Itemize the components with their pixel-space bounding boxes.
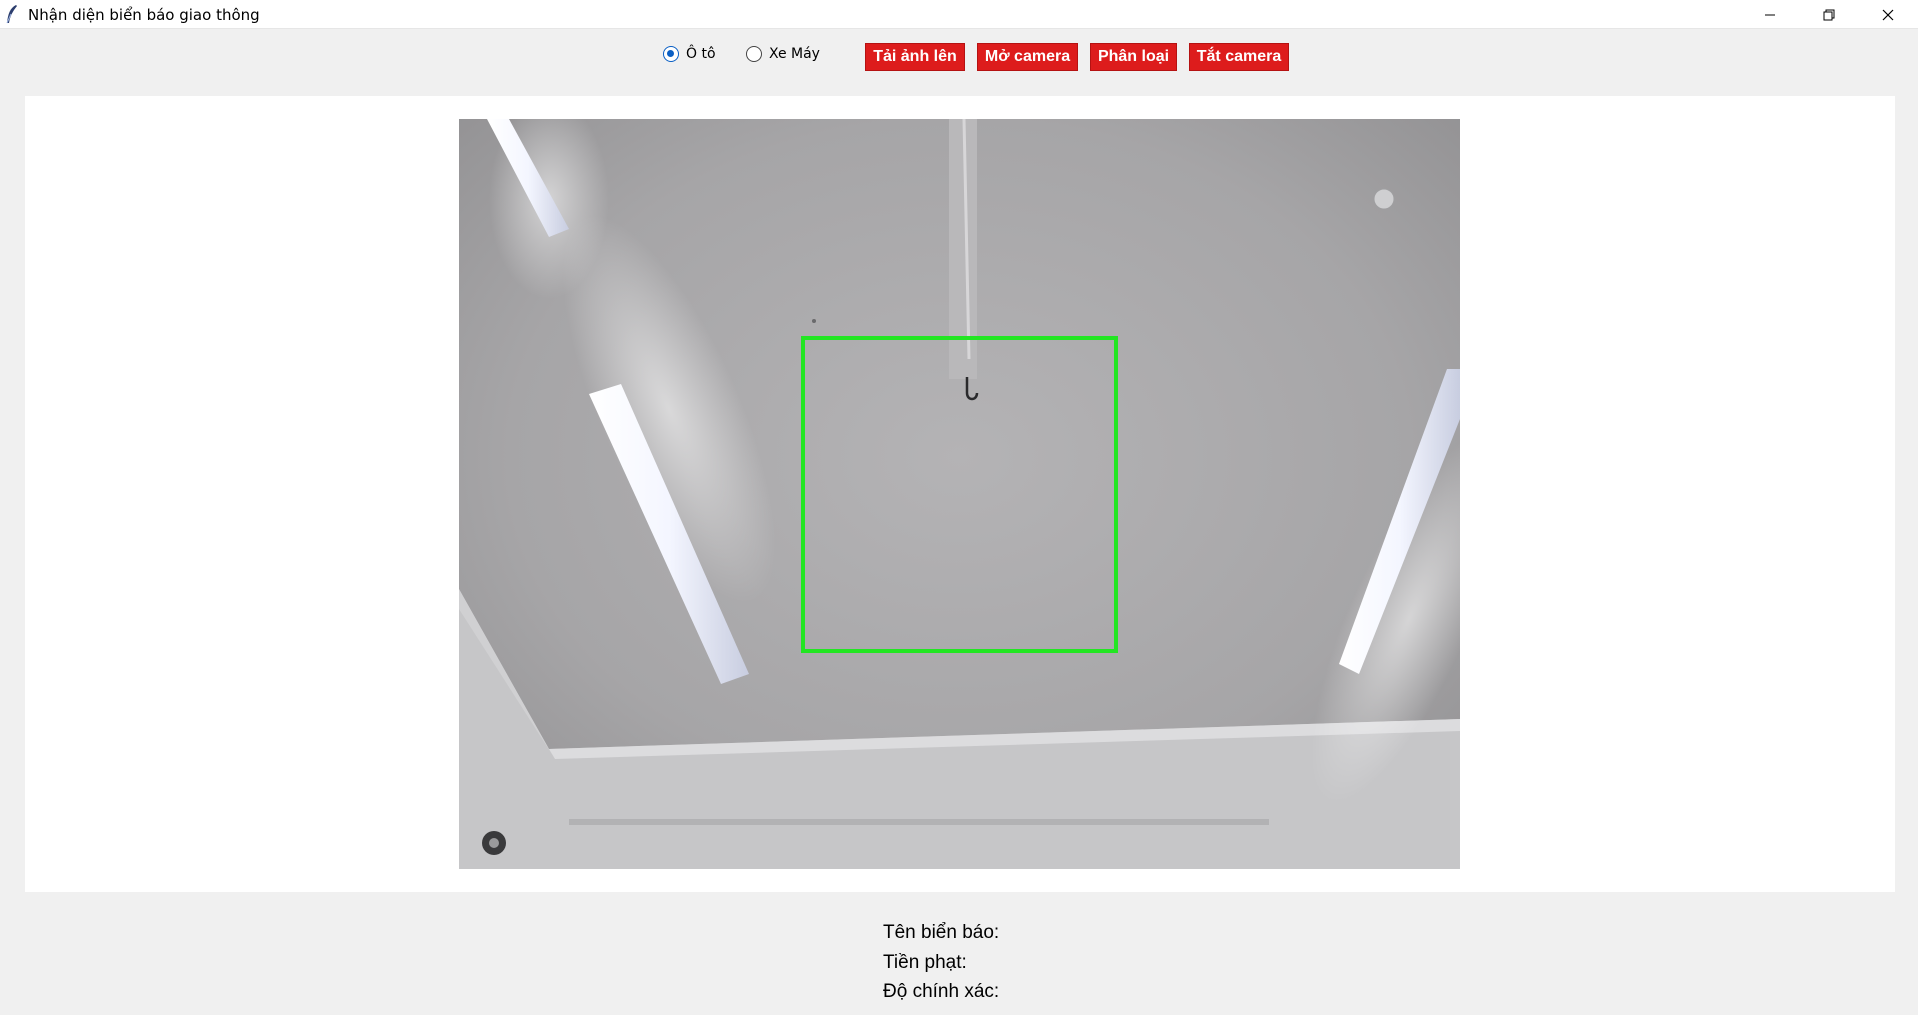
radio-motorbike[interactable]: Xe Máy <box>746 46 820 62</box>
close-camera-button[interactable]: Tắt camera <box>1189 43 1289 71</box>
sign-name-label: Tên biển báo: <box>883 922 1000 943</box>
radio-motorbike-label: Xe Máy <box>769 46 820 62</box>
toolbar: Ô tô Xe Máy Tải ảnh lên Mở camera Phân l… <box>0 0 1918 95</box>
classify-button[interactable]: Phân loại <box>1090 43 1177 71</box>
camera-feed <box>459 119 1460 869</box>
upload-image-button[interactable]: Tải ảnh lên <box>865 43 965 71</box>
radio-car-indicator[interactable] <box>663 46 679 62</box>
radio-car[interactable]: Ô tô <box>663 46 716 62</box>
radio-motorbike-indicator[interactable] <box>746 46 762 62</box>
open-camera-button[interactable]: Mở camera <box>977 43 1078 71</box>
fine-label: Tiền phạt: <box>883 952 967 973</box>
accuracy-label: Độ chính xác: <box>883 981 1000 1002</box>
radio-car-label: Ô tô <box>686 46 716 62</box>
